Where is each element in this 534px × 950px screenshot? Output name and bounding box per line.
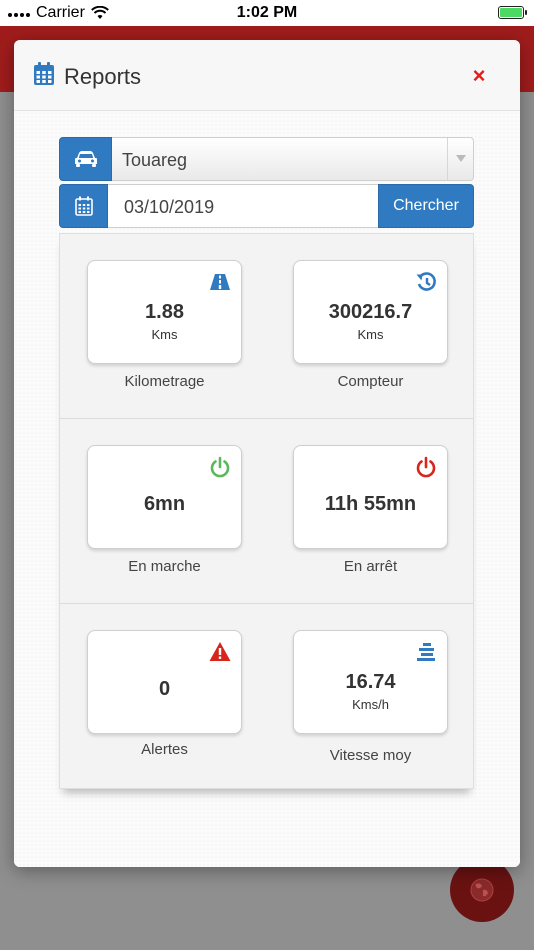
battery-icon [498, 6, 527, 19]
chevron-down-icon[interactable] [447, 138, 473, 180]
stat-card-vitesse: 16.74 Kms/h [293, 630, 448, 734]
stat-value: 300216.7 [328, 301, 413, 323]
stat-caption: En marche [128, 558, 201, 575]
stats-section-distance: 1.88 Kms 300216.7 Kms Kilometrage Compte… [60, 234, 473, 419]
stat-card-kilometrage: 1.88 Kms [87, 260, 242, 364]
stats-section-alerts-speed: 0 16.74 Kms/h Alertes Vitesse moy [60, 604, 473, 789]
stats-section-running: 6mn 11h 55mn En marche En arrêt [60, 419, 473, 604]
stat-caption: Kilometrage [124, 373, 205, 390]
date-search-row: 03/10/2019 Chercher [59, 184, 474, 228]
stat-value: 0 [158, 678, 171, 700]
stat-value: 6mn [143, 493, 186, 515]
history-icon [416, 272, 436, 291]
reports-modal: Reports × Touareg 03/10/2019 Chercher 1.… [14, 40, 520, 867]
stat-unit: Kms [151, 327, 178, 342]
status-bar: Carrier 1:02 PM [0, 0, 534, 26]
stat-caption: Compteur [337, 373, 404, 390]
calendar-icon [74, 196, 93, 216]
stat-card-en-arret: 11h 55mn [293, 445, 448, 549]
stat-card-alertes: 0 [87, 630, 242, 734]
power-off-icon [416, 456, 436, 478]
speed-icon [417, 643, 435, 661]
stat-caption: Alertes [141, 741, 188, 758]
stat-value: 1.88 [145, 301, 184, 323]
stat-unit: Kms/h [352, 697, 389, 712]
stat-value: 16.74 [345, 671, 396, 693]
stat-caption: En arrêt [343, 558, 398, 575]
stat-caption: Vitesse moy [329, 747, 412, 764]
power-on-icon [210, 456, 230, 478]
vehicle-select[interactable]: Touareg [112, 137, 474, 181]
date-addon [59, 184, 108, 228]
close-icon[interactable]: × [469, 65, 489, 87]
modal-title: Reports [64, 64, 142, 89]
globe-icon [470, 878, 494, 902]
clock: 1:02 PM [236, 4, 298, 21]
map-fab-button[interactable] [450, 858, 514, 922]
vehicle-addon [59, 137, 112, 181]
stats-panel: 1.88 Kms 300216.7 Kms Kilometrage Compte… [59, 233, 474, 789]
search-button[interactable]: Chercher [378, 184, 474, 228]
modal-header: Reports × [14, 40, 520, 111]
stat-unit: Kms [357, 327, 384, 342]
vehicle-select-row: Touareg [59, 137, 474, 181]
vehicle-select-value: Touareg [122, 150, 188, 170]
calendar-icon [34, 62, 54, 85]
car-icon [74, 151, 97, 167]
stat-card-en-marche: 6mn [87, 445, 242, 549]
warning-icon [209, 642, 231, 661]
modal-body: Touareg 03/10/2019 Chercher 1.88 Kms 300… [14, 111, 520, 867]
stat-value: 11h 55mn [324, 493, 417, 515]
date-field[interactable]: 03/10/2019 [108, 184, 378, 228]
road-icon [210, 274, 230, 290]
stat-card-compteur: 300216.7 Kms [293, 260, 448, 364]
